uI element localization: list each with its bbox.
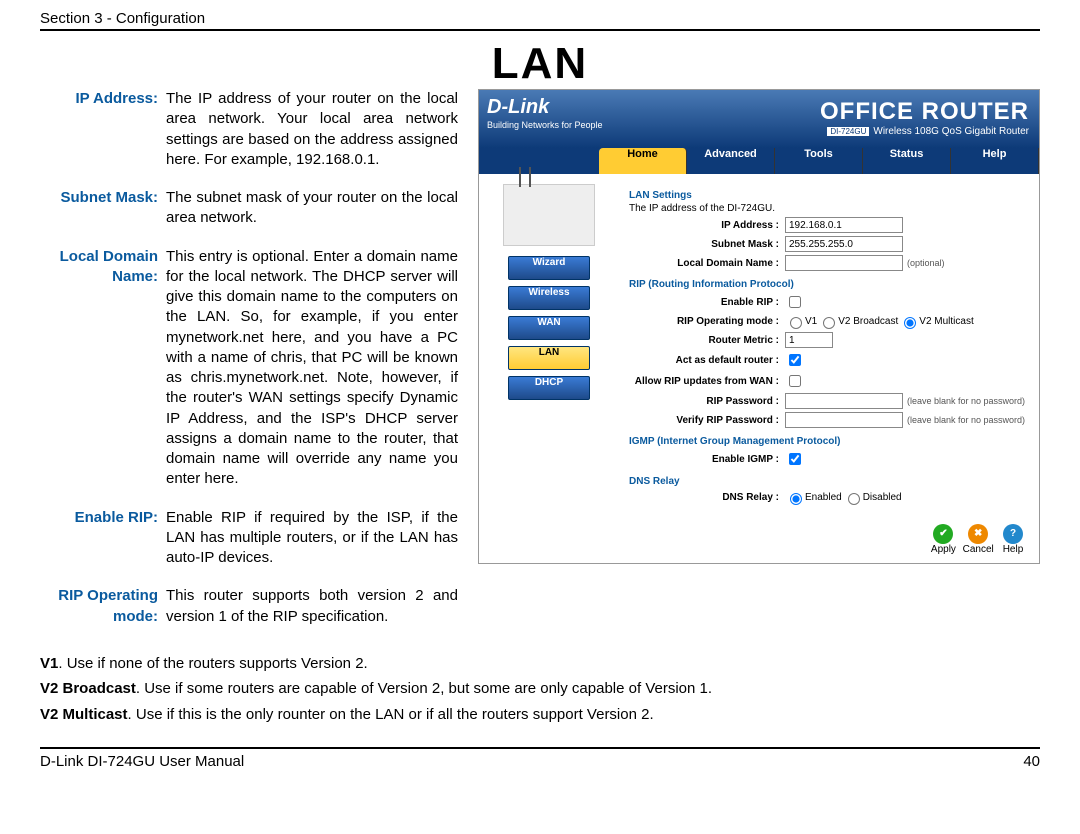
sidebar-wireless[interactable]: Wireless bbox=[508, 286, 590, 310]
tab-advanced[interactable]: Advanced bbox=[687, 148, 775, 174]
input-rip-password[interactable] bbox=[785, 393, 903, 409]
checkbox-igmp[interactable] bbox=[789, 453, 801, 465]
radio-dns-disabled[interactable] bbox=[848, 493, 860, 505]
input-subnet[interactable] bbox=[785, 236, 903, 252]
page-number: 40 bbox=[1023, 753, 1040, 770]
page-header: Section 3 - Configuration bbox=[40, 10, 1040, 31]
sidebar-dhcp[interactable]: DHCP bbox=[508, 376, 590, 400]
router-ui-screenshot: D-Link Building Networks for People OFFI… bbox=[478, 89, 1040, 564]
input-verify-password[interactable] bbox=[785, 412, 903, 428]
v2b-label: V2 Broadcast bbox=[40, 680, 136, 697]
checkbox-wan-updates[interactable] bbox=[789, 375, 801, 387]
help-button[interactable]: ? bbox=[1003, 524, 1023, 544]
section-lan-settings: LAN Settings bbox=[629, 190, 1029, 201]
def-desc: Enable RIP if required by the ISP, if th… bbox=[166, 508, 458, 569]
brand-logo: D-Link bbox=[487, 96, 549, 119]
def-term: IP Address: bbox=[40, 89, 158, 184]
def-term: Subnet Mask: bbox=[40, 188, 158, 243]
def-desc: This router supports both version 2 and … bbox=[166, 586, 458, 627]
tab-help[interactable]: Help bbox=[951, 148, 1039, 174]
v2m-label: V2 Multicast bbox=[40, 706, 128, 723]
input-ip[interactable] bbox=[785, 217, 903, 233]
label-ip: IP Address : bbox=[629, 220, 785, 231]
brand-tagline: Building Networks for People bbox=[487, 120, 603, 130]
tab-status[interactable]: Status bbox=[863, 148, 951, 174]
input-domain[interactable] bbox=[785, 255, 903, 271]
router-image bbox=[503, 184, 595, 246]
def-desc: The subnet mask of your router on the lo… bbox=[166, 188, 458, 229]
radio-v1[interactable] bbox=[790, 317, 802, 329]
product-name: OFFICE ROUTER bbox=[820, 98, 1029, 126]
def-term: Local Domain Name: bbox=[40, 247, 158, 504]
def-term: RIP Operating mode: bbox=[40, 586, 158, 641]
v1-label: V1 bbox=[40, 655, 58, 672]
cancel-button[interactable]: ✖ bbox=[968, 524, 988, 544]
tab-tools[interactable]: Tools bbox=[775, 148, 863, 174]
def-desc: The IP address of your router on the loc… bbox=[166, 89, 458, 170]
radio-v2b[interactable] bbox=[823, 317, 835, 329]
checkbox-default-router[interactable] bbox=[789, 354, 801, 366]
input-metric[interactable] bbox=[785, 332, 833, 348]
section-rip: RIP (Routing Information Protocol) bbox=[629, 279, 1029, 290]
footer-left: D-Link DI-724GU User Manual bbox=[40, 753, 244, 770]
page-title: LAN bbox=[40, 39, 1040, 89]
sidebar-wan[interactable]: WAN bbox=[508, 316, 590, 340]
section-igmp: IGMP (Internet Group Management Protocol… bbox=[629, 436, 1029, 447]
tab-home[interactable]: Home bbox=[599, 148, 687, 174]
label-subnet: Subnet Mask : bbox=[629, 239, 785, 250]
def-term: Enable RIP: bbox=[40, 508, 158, 583]
sidebar-wizard[interactable]: Wizard bbox=[508, 256, 590, 280]
radio-v2m[interactable] bbox=[904, 317, 916, 329]
apply-button[interactable]: ✔ bbox=[933, 524, 953, 544]
radio-dns-enabled[interactable] bbox=[790, 493, 802, 505]
label-domain: Local Domain Name : bbox=[629, 258, 785, 269]
product-subtitle: DI-724GUWireless 108G QoS Gigabit Router bbox=[827, 126, 1029, 137]
checkbox-enable-rip[interactable] bbox=[789, 296, 801, 308]
section-dns-relay: DNS Relay bbox=[629, 476, 1029, 487]
def-desc: This entry is optional. Enter a domain n… bbox=[166, 247, 458, 490]
sidebar-lan[interactable]: LAN bbox=[508, 346, 590, 370]
section-description: The IP address of the DI-724GU. bbox=[629, 203, 1029, 214]
